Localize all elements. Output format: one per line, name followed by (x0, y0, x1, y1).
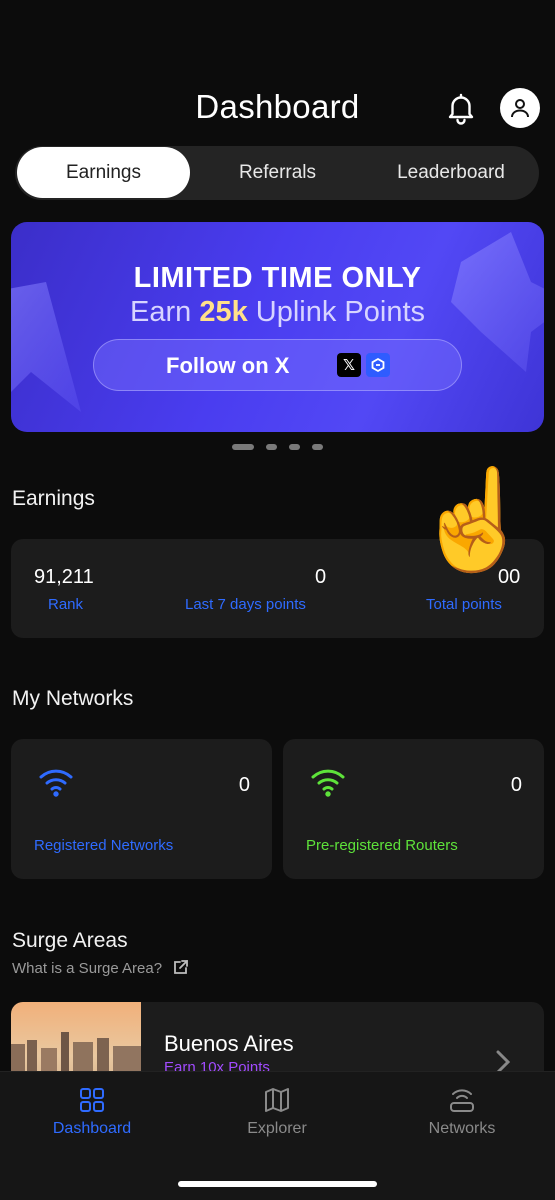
nav-explorer[interactable]: Explorer (217, 1086, 337, 1138)
carousel-dot[interactable] (266, 444, 277, 450)
pre-registered-routers-count: 0 (510, 774, 522, 796)
promo-banner[interactable]: LIMITED TIME ONLY Earn 25k Uplink Points… (11, 222, 544, 432)
banner-earn-text: Earn (129, 296, 192, 328)
nav-dashboard-label: Dashboard (52, 1120, 132, 1137)
nav-explorer-label: Explorer (247, 1120, 307, 1137)
registered-networks-count: 0 (238, 774, 250, 796)
banner-subheadline: Earn 25k Uplink Points (11, 296, 544, 329)
profile-avatar-button[interactable] (500, 88, 540, 128)
surge-info-link[interactable]: What is a Surge Area? (12, 958, 190, 977)
total-points-label: Total points (426, 596, 502, 613)
user-icon (511, 99, 529, 118)
x-logo-icon: 𝕏 (337, 353, 361, 377)
app-header: Dashboard (0, 80, 555, 136)
wifi-icon (311, 769, 345, 797)
router-icon (450, 1089, 474, 1112)
nav-networks[interactable]: Networks (402, 1086, 522, 1138)
surge-city-name: Buenos Aires (164, 1031, 294, 1056)
follow-on-x-button[interactable]: Follow on X 𝕏 (93, 339, 462, 391)
follow-button-label: Follow on X (166, 353, 290, 378)
map-icon (265, 1088, 289, 1112)
tab-earnings[interactable]: Earnings (17, 147, 190, 198)
banner-headline: LIMITED TIME ONLY (133, 262, 422, 294)
pre-registered-routers-label: Pre-registered Routers (306, 837, 458, 854)
wifi-icon (39, 769, 73, 797)
registered-networks-label: Registered Networks (34, 837, 174, 854)
last-7-days-value: 0 (315, 566, 327, 588)
carousel-dot[interactable] (289, 444, 300, 450)
last-7-days-label: Last 7 days points (185, 596, 306, 613)
bell-icon[interactable] (443, 90, 479, 126)
tab-leaderboard[interactable]: Leaderboard (365, 146, 537, 200)
registered-networks-card[interactable]: 0 Registered Networks (11, 739, 272, 879)
carousel-dot-active[interactable] (232, 444, 254, 450)
home-indicator (178, 1181, 377, 1187)
pointing-finger-emoji: ☝️ (413, 464, 536, 574)
networks-section-title: My Networks (12, 687, 134, 710)
tab-referrals[interactable]: Referrals (195, 146, 360, 200)
nav-networks-label: Networks (428, 1120, 496, 1137)
external-link-icon (174, 960, 189, 974)
carousel-dot[interactable] (312, 444, 323, 450)
chain-link-icon (366, 353, 390, 377)
segmented-tabs: Earnings Referrals Leaderboard (15, 146, 539, 200)
surge-section-title: Surge Areas (12, 929, 128, 952)
banner-points-label: Uplink Points (255, 296, 426, 328)
surge-info-text: What is a Surge Area? (12, 960, 163, 977)
nav-dashboard[interactable]: Dashboard (32, 1086, 152, 1138)
pre-registered-routers-card[interactable]: 0 Pre-registered Routers (283, 739, 544, 879)
earnings-section-title: Earnings (12, 487, 95, 510)
grid-icon (80, 1088, 104, 1112)
banner-points-amount: 25k (199, 296, 248, 328)
rank-label: Rank (48, 596, 84, 613)
rank-value: 91,211 (34, 566, 94, 588)
